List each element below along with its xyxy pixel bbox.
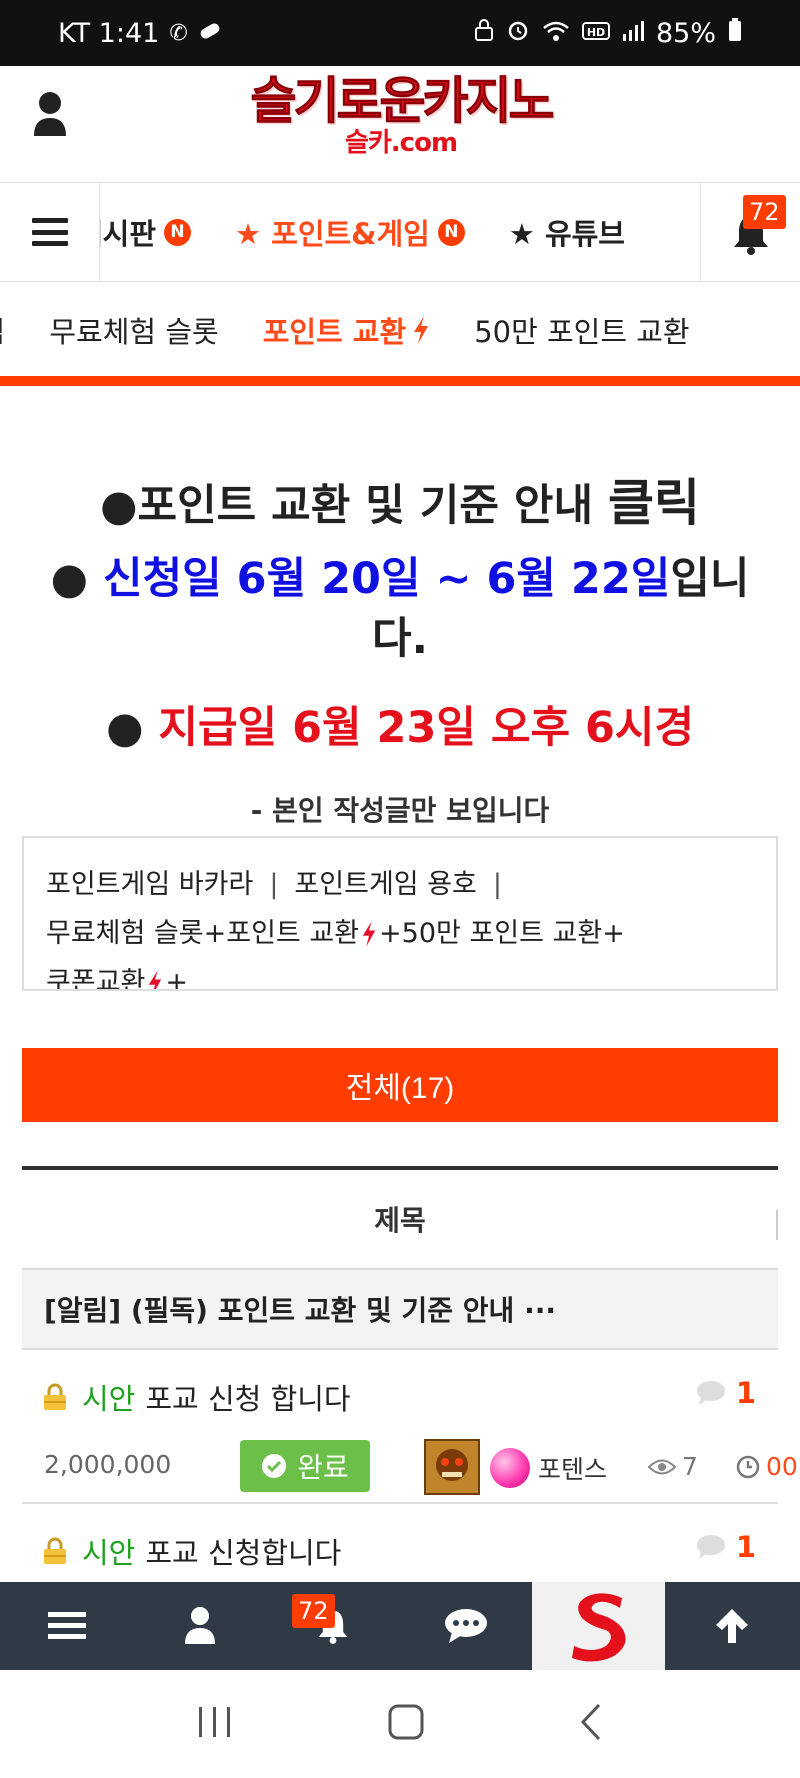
sub-item-500k-exchange[interactable]: 50만 포인트 교환 xyxy=(474,309,689,351)
category-point-exchange[interactable]: 포인트 교환 xyxy=(226,918,359,949)
call-icon: ✆ xyxy=(169,20,188,46)
logo-main-text: 슬기로운카지노 xyxy=(250,72,555,131)
new-badge: N xyxy=(164,218,192,246)
site-header: 슬기로운카지노 슬카.com xyxy=(0,66,800,182)
notification-button[interactable]: 72 xyxy=(700,183,800,281)
notice-line-pay-date: ● 지급일 6월 23일 오후 6시경 xyxy=(105,703,695,753)
notification-count-badge: 72 xyxy=(743,195,786,229)
wifi-icon xyxy=(542,18,570,49)
nav-item-board[interactable]: 게시판 N xyxy=(100,211,192,253)
comment-count: 1 xyxy=(696,1530,756,1564)
nav-divider xyxy=(0,376,800,386)
column-title: 제목 xyxy=(374,1204,426,1237)
lock-icon xyxy=(474,18,494,49)
category-dragon-tiger[interactable]: 포인트게임 용호 xyxy=(294,869,476,900)
category-coupon-exchange[interactable]: 쿠폰교환 xyxy=(46,967,145,989)
back-button[interactable] xyxy=(579,1703,603,1745)
notification-count-badge: 72 xyxy=(292,1594,335,1628)
sub-nav[interactable]: 게임 무료체험 슬롯 포인트 교환 50만 포인트 교환 xyxy=(0,282,800,378)
category-baccarat[interactable]: 포인트게임 바카라 xyxy=(46,869,253,900)
user-icon xyxy=(184,1607,215,1644)
bottom-notification-button[interactable]: 72 xyxy=(266,1582,399,1670)
bottom-chat-button[interactable] xyxy=(399,1582,532,1670)
recent-apps-button[interactable] xyxy=(197,1705,233,1743)
new-badge: N xyxy=(437,218,465,246)
post-category: 시안 xyxy=(82,1536,136,1570)
view-count: 7 xyxy=(648,1452,698,1481)
home-icon xyxy=(388,1704,424,1740)
lightning-icon xyxy=(149,970,162,989)
notice-line-guide[interactable]: ●포인트 교환 및 기준 안내 클릭 xyxy=(0,470,800,539)
notice-own-posts: - 본인 작성글만 보입니다 xyxy=(250,794,550,827)
hamburger-icon xyxy=(31,218,68,246)
level-gem-icon xyxy=(490,1448,530,1488)
post-title[interactable]: 포교 신청 합니다 xyxy=(145,1376,350,1418)
main-nav: 게시판 N ★ 포인트&게임 N ★ 유튜브 72 xyxy=(0,182,800,282)
scroll-top-button[interactable] xyxy=(665,1582,798,1670)
post-points: 2,000,000 xyxy=(44,1450,172,1479)
post-time: 00:... xyxy=(736,1452,800,1481)
status-badge: 완료 xyxy=(240,1440,370,1492)
avatar[interactable] xyxy=(424,1439,480,1495)
post-title[interactable]: 포교 신청합니다 xyxy=(145,1530,341,1572)
comment-count: 1 xyxy=(696,1376,756,1410)
table-row[interactable]: 시안 포교 신청합니다 1 xyxy=(22,1504,778,1594)
comment-icon xyxy=(696,1381,725,1405)
bottom-menu-button[interactable] xyxy=(0,1582,133,1670)
list-icon xyxy=(47,1612,86,1639)
all-posts-button[interactable]: 전체(17) xyxy=(22,1048,778,1122)
bottom-user-button[interactable] xyxy=(133,1582,266,1670)
column-divider xyxy=(776,1210,778,1240)
status-bar: KT 1:41 ✆ HD 85% xyxy=(0,0,800,66)
notice-line-apply-date: ● 신청일 6월 20일 ~ 6월 22일입니다. xyxy=(50,554,750,664)
menu-button[interactable] xyxy=(0,183,100,281)
user-button[interactable] xyxy=(30,90,70,140)
pinned-notice-row[interactable]: [알림] (필독) 포인트 교환 및 기준 안내 ··· xyxy=(22,1270,778,1350)
arrow-up-icon xyxy=(715,1609,748,1643)
check-circle-icon xyxy=(262,1454,287,1478)
user-icon xyxy=(34,92,66,136)
nav-item-youtube[interactable]: ★ 유튜브 xyxy=(509,211,625,253)
recent-apps-icon xyxy=(199,1707,231,1737)
eye-icon xyxy=(648,1459,676,1474)
s-logo-icon xyxy=(571,1593,626,1662)
svg-text:HD: HD xyxy=(587,26,605,39)
comment-icon xyxy=(696,1535,725,1559)
logo-sub-text: 슬카.com xyxy=(344,128,458,158)
lock-icon xyxy=(44,1537,66,1564)
battery-icon xyxy=(728,17,742,49)
bottom-logo-button[interactable] xyxy=(532,1582,665,1670)
signal-icon xyxy=(622,18,644,49)
table-row[interactable]: 시안 포교 신청 합니다 1 2,000,000 완료 포텐스 7 00:... xyxy=(22,1350,800,1504)
lock-icon xyxy=(44,1383,66,1410)
carrier-time: KT 1:41 xyxy=(58,17,160,49)
category-box: 포인트게임 바카라 | 포인트게임 용호 | 무료체험 슬롯+포인트 교환 +50만 포… xyxy=(22,836,778,991)
site-logo[interactable]: 슬기로운카지노 슬카.com xyxy=(240,72,562,166)
notice-click-link[interactable]: 클릭 xyxy=(608,474,700,532)
list-header: 제목 xyxy=(22,1166,778,1270)
main-nav-scroller[interactable]: 게시판 N ★ 포인트&게임 N ★ 유튜브 xyxy=(100,183,700,281)
hd-icon: HD xyxy=(581,18,610,49)
lightning-icon xyxy=(414,316,429,344)
sub-item-point-exchange[interactable]: 포인트 교환 xyxy=(263,309,431,351)
android-nav-bar xyxy=(0,1670,800,1778)
alarm-icon xyxy=(506,18,530,49)
home-button[interactable] xyxy=(388,1704,424,1744)
category-free-slot[interactable]: 무료체험 슬롯+ xyxy=(46,918,226,949)
battery-level: 85% xyxy=(655,17,716,49)
clock-icon xyxy=(736,1455,760,1478)
pill-icon xyxy=(198,21,222,46)
sub-item-game[interactable]: 게임 xyxy=(0,309,5,351)
notice-block: ●포인트 교환 및 기준 안내 클릭 ● 신청일 6월 20일 ~ 6월 22일… xyxy=(0,470,800,829)
category-500k-exchange[interactable]: +50만 포인트 교환+ xyxy=(379,918,625,949)
chat-icon xyxy=(444,1609,487,1643)
bottom-toolbar: 72 xyxy=(0,1582,800,1670)
author-nickname[interactable]: 포텐스 xyxy=(538,1450,607,1486)
lightning-icon xyxy=(362,921,376,947)
post-category: 시안 xyxy=(82,1382,136,1416)
back-icon xyxy=(580,1703,600,1741)
sub-item-free-slot[interactable]: 무료체험 슬롯 xyxy=(49,309,218,351)
nav-item-points-game[interactable]: ★ 포인트&게임 N xyxy=(235,211,465,253)
